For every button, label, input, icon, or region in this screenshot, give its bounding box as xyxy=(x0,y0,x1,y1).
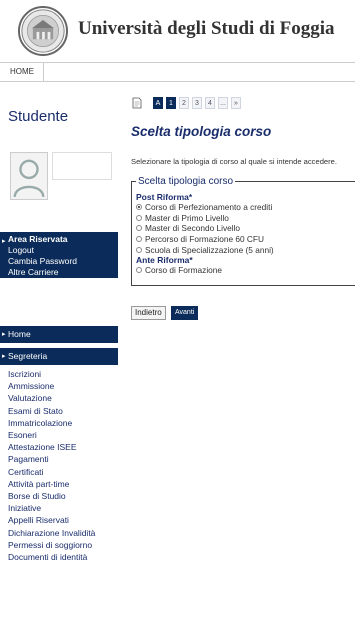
menu-item-attivita-part-time[interactable]: Attività part-time xyxy=(8,478,123,490)
option-label: Percorso di Formazione 60 CFU xyxy=(145,234,264,245)
menu-item-permessi-di-soggiorno[interactable]: Permessi di soggiorno xyxy=(8,539,123,551)
menu-item-documenti-di-identita[interactable]: Documenti di identità xyxy=(8,551,123,563)
pager-step-a[interactable]: A xyxy=(153,97,163,109)
caret-right-icon: ▸ xyxy=(2,238,6,245)
university-seal-icon xyxy=(18,6,68,56)
cambia-password-link[interactable]: Cambia Password xyxy=(8,256,118,267)
nav-home-label: Home xyxy=(8,329,31,339)
nav-home[interactable]: ▸ Home xyxy=(0,326,118,343)
option-perfezionamento[interactable]: Corso di Perfezionamento a crediti xyxy=(136,202,351,213)
pager-step-3[interactable]: 3 xyxy=(192,97,202,109)
area-riservata-panel: ▸ Area Riservata Logout Cambia Password … xyxy=(0,232,118,278)
menu-item-iniziative[interactable]: Iniziative xyxy=(8,502,123,514)
radio-button-selected[interactable] xyxy=(136,204,142,211)
next-button[interactable]: Avanti xyxy=(171,306,199,320)
pager-ellipsis: ... xyxy=(218,97,228,109)
instructions-text: Selezionare la tipologia di corso al qua… xyxy=(131,157,338,166)
pager-next[interactable]: » xyxy=(231,97,241,109)
option-corso-di-formazione[interactable]: Corso di Formazione xyxy=(136,265,351,276)
user-silhouette-icon xyxy=(10,152,48,200)
nav-segreteria[interactable]: ▸ Segreteria xyxy=(0,348,118,365)
menu-item-esami-di-stato[interactable]: Esami di Stato xyxy=(8,405,123,417)
altre-carriere-link[interactable]: Altre Carriere xyxy=(8,267,118,278)
radio-button[interactable] xyxy=(136,246,142,253)
group-ante-riforma: Ante Riforma* xyxy=(136,254,193,265)
menu-item-dichiarazione-invalidita[interactable]: Dichiarazione Invalidità xyxy=(8,527,123,539)
area-riservata-title: Area Riservata xyxy=(8,234,68,244)
menu-item-esoneri[interactable]: Esoneri xyxy=(8,429,123,441)
group-post-riforma: Post Riforma* xyxy=(136,192,193,202)
menu-item-certificati[interactable]: Certificati xyxy=(8,466,123,478)
option-label: Corso di Formazione xyxy=(145,265,223,276)
option-label: Corso di Perfezionamento a crediti xyxy=(145,202,273,213)
option-label: Scuola di Specializzazione (5 anni) xyxy=(145,244,274,255)
menu-item-borse-di-studio[interactable]: Borse di Studio xyxy=(8,490,123,502)
menu-item-appelli-riservati[interactable]: Appelli Riservati xyxy=(8,514,123,526)
segreteria-menu: Iscrizioni Ammissione Valutazione Esami … xyxy=(8,368,123,563)
menu-item-pagamenti[interactable]: Pagamenti xyxy=(8,453,123,465)
pager-step-1[interactable]: 1 xyxy=(166,97,176,109)
university-title: Università degli Studi di Foggia xyxy=(78,18,335,39)
radio-button[interactable] xyxy=(136,214,142,221)
caret-right-icon: ▸ xyxy=(2,331,6,338)
menu-item-immatricolazione[interactable]: Immatricolazione xyxy=(8,417,123,429)
menu-item-attestazione-isee[interactable]: Attestazione ISEE xyxy=(8,441,123,453)
menu-item-iscrizioni[interactable]: Iscrizioni xyxy=(8,368,123,380)
studente-heading: Studente xyxy=(8,108,69,125)
user-name-box xyxy=(52,152,112,180)
home-tab[interactable]: HOME xyxy=(0,63,44,81)
pager-step-4[interactable]: 4 xyxy=(205,97,215,109)
page-header: Università degli Studi di Foggia xyxy=(0,0,355,62)
radio-button[interactable] xyxy=(136,225,142,232)
document-icon xyxy=(131,96,143,109)
logout-link[interactable]: Logout xyxy=(8,245,118,256)
radio-button[interactable] xyxy=(136,236,142,243)
menu-item-ammissione[interactable]: Ammissione xyxy=(8,380,123,392)
option-percorso-60-cfu[interactable]: Percorso di Formazione 60 CFU xyxy=(136,234,351,245)
radio-button[interactable] xyxy=(136,267,142,274)
wizard-pager: A 1 2 3 4 ... » xyxy=(153,97,241,109)
top-nav-bar: HOME xyxy=(0,62,355,82)
option-scuola-specializzazione[interactable]: Scuola di Specializzazione (5 anni) xyxy=(136,244,351,255)
back-button[interactable]: Indietro xyxy=(131,306,166,320)
fieldset-legend: Scelta tipologia corso xyxy=(136,176,236,187)
page-title: Scelta tipologia corso xyxy=(131,124,272,139)
option-master-primo-livello[interactable]: Master di Primo Livello xyxy=(136,213,351,224)
course-type-options: Post Riforma* Corso di Perfezionamento a… xyxy=(136,192,351,276)
option-master-secondo-livello[interactable]: Master di Secondo Livello xyxy=(136,223,351,234)
option-label: Master di Secondo Livello xyxy=(145,223,241,234)
menu-item-valutazione[interactable]: Valutazione xyxy=(8,392,123,404)
caret-right-icon: ▸ xyxy=(2,353,6,360)
pager-step-2[interactable]: 2 xyxy=(179,97,189,109)
nav-segreteria-label: Segreteria xyxy=(8,351,48,361)
option-label: Master di Primo Livello xyxy=(145,212,229,223)
